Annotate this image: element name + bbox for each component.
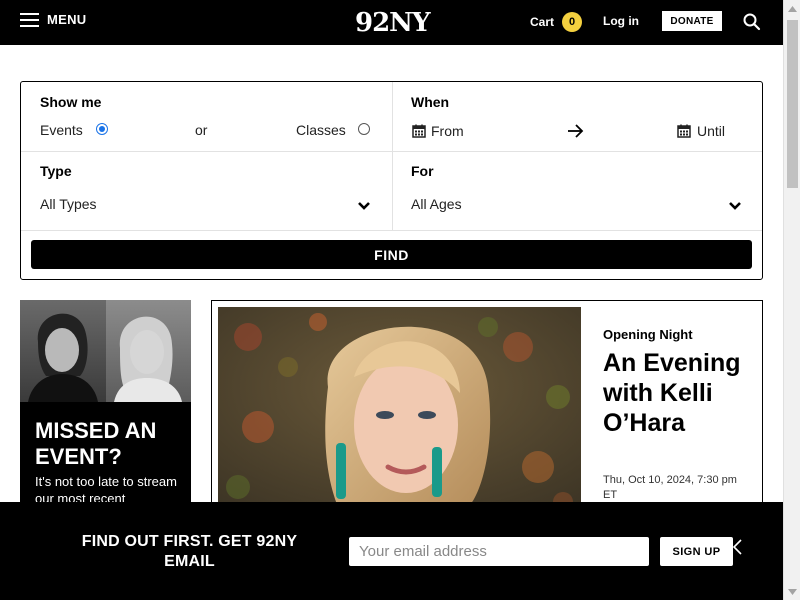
featured-event-photo <box>218 307 581 507</box>
donate-button[interactable]: DONATE <box>662 11 722 31</box>
until-date-field[interactable]: Until <box>697 123 725 139</box>
menu-label: MENU <box>47 12 87 27</box>
event-title[interactable]: An Evening with Kelli O’Hara <box>603 348 753 438</box>
site-logo[interactable]: 92NY <box>355 8 431 38</box>
event-category-tag: Opening Night <box>603 327 693 342</box>
email-signup-bar: FIND OUT FIRST. GET 92NY EMAIL SIGN UP <box>0 502 783 600</box>
calendar-icon <box>412 124 426 143</box>
hamburger-icon <box>20 12 39 27</box>
scroll-up-icon[interactable] <box>784 0 800 17</box>
menu-button[interactable]: MENU <box>20 12 86 27</box>
type-label: Type <box>40 163 72 179</box>
events-option-label[interactable]: Events <box>40 122 83 138</box>
login-link[interactable]: Log in <box>603 14 639 28</box>
missed-event-title: MISSED AN EVENT? <box>35 418 157 469</box>
classes-radio[interactable] <box>358 123 370 135</box>
page-scrollbar[interactable] <box>783 0 800 600</box>
divider <box>21 151 762 152</box>
classes-option-label[interactable]: Classes <box>296 122 346 138</box>
cart-link[interactable]: Cart 0 <box>530 12 583 32</box>
for-select[interactable]: All Ages <box>392 187 762 217</box>
featured-event-card[interactable]: Opening Night An Evening with Kelli O’Ha… <box>211 300 763 510</box>
scrollbar-thumb[interactable] <box>787 20 798 188</box>
type-select[interactable]: All Types <box>21 187 391 217</box>
cart-label: Cart <box>530 15 555 29</box>
missed-event-promo[interactable]: MISSED AN EVENT? It's not too late to st… <box>20 300 191 502</box>
signup-button[interactable]: SIGN UP <box>660 537 733 566</box>
scroll-down-icon[interactable] <box>784 583 800 600</box>
calendar-icon <box>677 124 691 143</box>
missed-event-subtitle: It's not too late to stream our most rec… <box>35 474 177 502</box>
chevron-down-icon <box>357 198 371 216</box>
email-signup-heading: FIND OUT FIRST. GET 92NY EMAIL <box>81 533 298 570</box>
type-select-value: All Types <box>40 196 97 212</box>
speakers-photo <box>20 300 191 402</box>
arrow-right-icon <box>567 123 585 144</box>
event-filter-form: Show me Events or Classes When From Unti… <box>20 81 763 280</box>
from-date-field[interactable]: From <box>431 123 464 139</box>
show-me-label: Show me <box>40 94 102 110</box>
when-label: When <box>411 94 450 110</box>
find-button[interactable]: FIND <box>31 240 752 269</box>
email-input[interactable] <box>349 537 649 566</box>
divider <box>21 230 762 231</box>
for-label: For <box>411 163 434 179</box>
chevron-left-icon[interactable] <box>730 536 746 558</box>
cart-count-badge: 0 <box>562 12 583 32</box>
site-header: MENU 92NY Cart 0 Log in DONATE <box>0 0 783 45</box>
event-date: Thu, Oct 10, 2024, 7:30 pm ET <box>603 474 737 501</box>
for-select-value: All Ages <box>411 196 462 212</box>
search-icon[interactable] <box>742 12 762 32</box>
chevron-down-icon <box>728 198 742 216</box>
events-radio[interactable] <box>96 123 108 135</box>
or-label: or <box>195 122 208 138</box>
